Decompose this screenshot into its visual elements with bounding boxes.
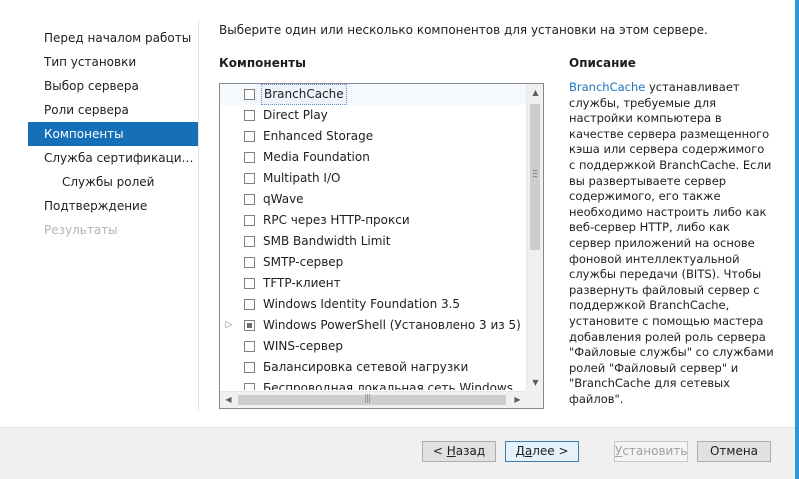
vertical-scroll-thumb[interactable]: ━ ━ ━ [530, 104, 540, 250]
nav-item[interactable]: Службы ролей [28, 170, 198, 194]
grip-icon: ━ ━ ━ [532, 167, 538, 181]
nav-divider [198, 20, 199, 410]
back-button-label: азад [455, 444, 486, 458]
next-button[interactable]: Далее > [505, 441, 579, 462]
window-frame-edge [795, 0, 799, 478]
feature-row[interactable]: qWave [220, 189, 526, 210]
feature-checkbox[interactable] [244, 173, 255, 184]
install-button[interactable]: Установить [614, 441, 688, 462]
feature-row[interactable]: BranchCache [220, 84, 526, 105]
nav-item[interactable]: Компоненты [28, 122, 198, 146]
nav-item: Результаты [44, 223, 118, 237]
feature-label: Multipath I/O [263, 171, 341, 185]
feature-row[interactable]: RPC через HTTP-прокси [220, 210, 526, 231]
back-button-prefix: < [432, 444, 447, 458]
feature-label: qWave [263, 192, 304, 206]
feature-row[interactable]: Балансировка сетевой нагрузки [220, 357, 526, 378]
feature-row[interactable]: SMB Bandwidth Limit [220, 231, 526, 252]
feature-checkbox[interactable] [244, 110, 255, 121]
wizard-window: Перед началом работы Тип установки Выбор с… [0, 0, 795, 479]
feature-label: Enhanced Storage [263, 129, 374, 143]
wizard-steps-nav: Перед началом работы Тип установки Выбор с… [28, 26, 198, 242]
wizard-footer: < Назад Далее > Установить Отмена [0, 427, 795, 479]
features-list: BranchCache Direct Play Enhanced Storage Me… [220, 84, 526, 390]
feature-checkbox[interactable] [244, 257, 255, 268]
nav-item[interactable]: Подтверждение [28, 194, 198, 218]
nav-item[interactable]: Тип установки [28, 50, 198, 74]
feature-row[interactable]: WINS-сервер [220, 336, 526, 357]
description-panel: BranchCache устанавливает службы, требуе… [569, 80, 774, 407]
feature-label: Балансировка сетевой нагрузки [263, 360, 469, 374]
feature-checkbox[interactable] [244, 131, 255, 142]
grip-icon: ||| [364, 394, 371, 404]
components-header: Компоненты [219, 56, 306, 70]
next-button-label: лее > [532, 444, 569, 458]
back-button-accesskey: Н [446, 444, 456, 458]
feature-checkbox[interactable] [244, 320, 255, 331]
feature-label: Windows PowerShell (Установлено 3 из 5) [263, 318, 521, 332]
feature-row[interactable]: Enhanced Storage [220, 126, 526, 147]
feature-label: Media Foundation [263, 150, 370, 164]
feature-label: SMTP-сервер [263, 255, 344, 269]
feature-label: SMB Bandwidth Limit [263, 234, 391, 248]
scroll-up-icon[interactable]: ▲ [527, 84, 543, 101]
feature-checkbox[interactable] [244, 362, 255, 373]
scroll-down-icon[interactable]: ▼ [527, 374, 543, 391]
scrollbar-corner [526, 391, 543, 408]
feature-row[interactable]: Беспроводная локальная сеть Windows [220, 378, 526, 390]
feature-checkbox[interactable] [244, 152, 255, 163]
nav-item[interactable]: Перед началом работы [28, 26, 198, 50]
back-button[interactable]: < Назад [422, 441, 496, 462]
feature-row[interactable]: TFTP-клиент [220, 273, 526, 294]
feature-checkbox[interactable] [244, 194, 255, 205]
scroll-left-icon[interactable]: ◀ [220, 392, 237, 408]
feature-label: BranchCache [261, 84, 347, 105]
feature-label: RPC через HTTP-прокси [263, 213, 410, 227]
horizontal-scrollbar[interactable]: ◀ ||| ▶ [220, 391, 526, 408]
next-button-prefix: Д [515, 444, 525, 458]
cancel-button[interactable]: Отмена [697, 441, 771, 462]
feature-checkbox[interactable] [244, 215, 255, 226]
description-link[interactable]: BranchCache [569, 80, 645, 94]
nav-item[interactable]: Выбор сервера [28, 74, 198, 98]
instruction-text: Выберите один или несколько компонентов … [219, 23, 708, 37]
install-button-label: становить [622, 444, 688, 458]
feature-label: WINS-сервер [263, 339, 343, 353]
vertical-scrollbar[interactable]: ▲ ━ ━ ━ ▼ [526, 84, 543, 391]
feature-row[interactable]: Multipath I/O [220, 168, 526, 189]
expand-arrow-icon[interactable]: ▷ [224, 315, 234, 336]
feature-label: Direct Play [263, 108, 328, 122]
feature-row[interactable]: Direct Play [220, 105, 526, 126]
feature-checkbox[interactable] [244, 236, 255, 247]
feature-label: Беспроводная локальная сеть Windows [263, 381, 513, 390]
description-text: устанавливает службы, требуемые для наст… [569, 80, 774, 406]
feature-checkbox[interactable] [244, 383, 255, 390]
feature-row[interactable]: Media Foundation [220, 147, 526, 168]
nav-item[interactable]: Роли сервера [28, 98, 198, 122]
feature-checkbox[interactable] [244, 341, 255, 352]
feature-label: TFTP-клиент [263, 276, 341, 290]
feature-row[interactable]: ▷ Windows PowerShell (Установлено 3 из 5) [220, 315, 526, 336]
feature-row[interactable]: Windows Identity Foundation 3.5 [220, 294, 526, 315]
feature-row[interactable]: SMTP-сервер [220, 252, 526, 273]
nav-item[interactable]: Служба сертификации А... [28, 146, 198, 170]
horizontal-scroll-thumb[interactable]: ||| [238, 394, 506, 405]
feature-label: Windows Identity Foundation 3.5 [263, 297, 461, 311]
features-tree[interactable]: BranchCache Direct Play Enhanced Storage Me… [219, 83, 544, 409]
scroll-right-icon[interactable]: ▶ [509, 392, 526, 408]
description-header: Описание [569, 56, 636, 70]
feature-checkbox[interactable] [244, 278, 255, 289]
feature-checkbox[interactable] [244, 299, 255, 310]
feature-checkbox[interactable] [244, 89, 255, 100]
